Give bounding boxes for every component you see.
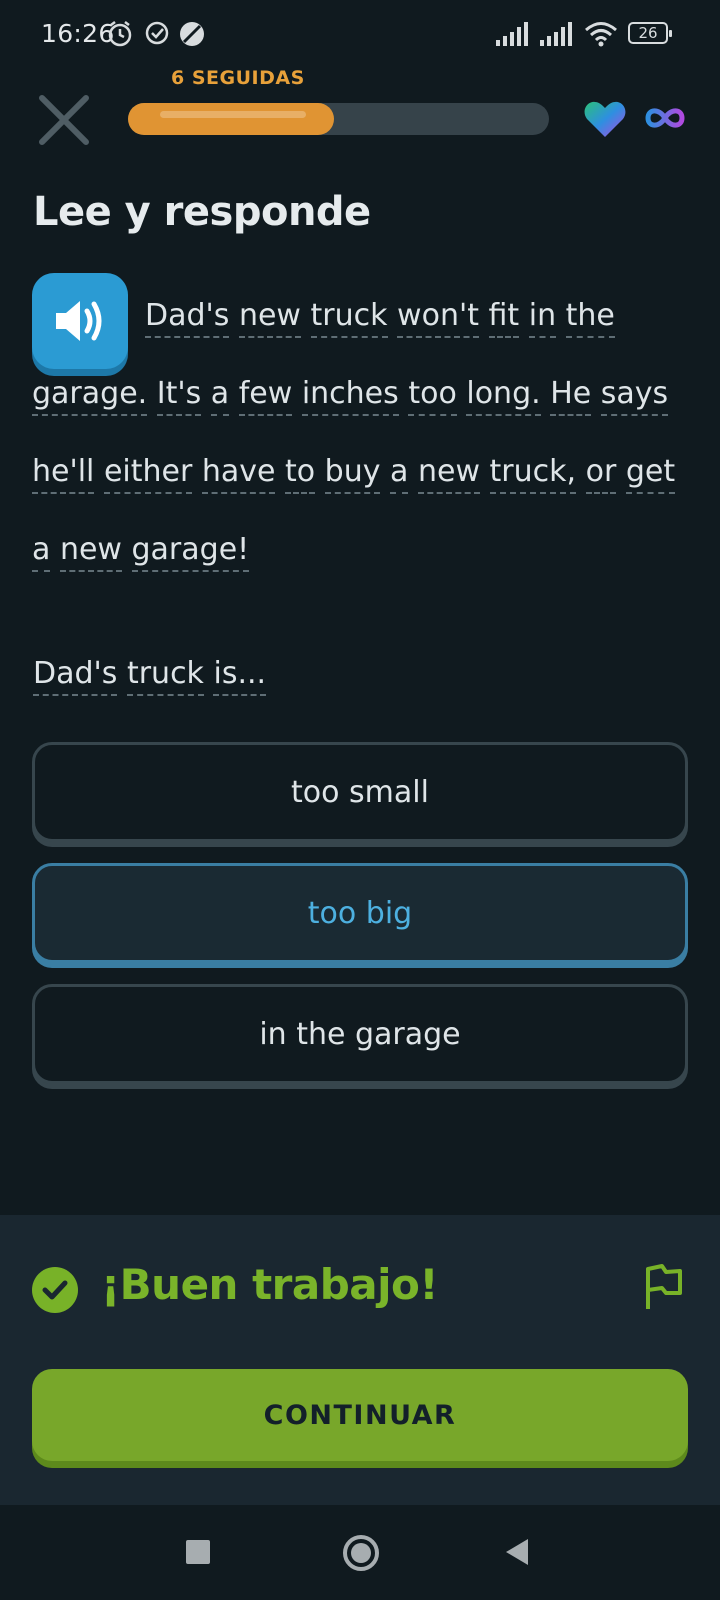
passage-word[interactable]: garage. <box>32 376 148 416</box>
passage-word[interactable]: fit <box>488 298 520 338</box>
check-icon <box>32 1267 78 1313</box>
option-label: too small <box>291 774 429 810</box>
navigation-bar <box>0 1505 720 1600</box>
passage-word[interactable]: truck, <box>489 454 577 494</box>
home-icon[interactable] <box>343 1535 379 1571</box>
progress-shine <box>160 111 306 118</box>
option-label: too big <box>307 895 413 931</box>
passage-word[interactable]: a <box>32 532 51 572</box>
passage-word[interactable]: He <box>550 376 592 416</box>
continue-button[interactable]: CONTINUAR <box>32 1369 688 1461</box>
passage-word[interactable]: too <box>408 376 457 416</box>
option-label: in the garage <box>259 1016 461 1052</box>
signal-icon <box>540 22 572 46</box>
play-audio-button[interactable] <box>32 273 128 369</box>
signal-icon <box>496 22 528 46</box>
answer-option-in-the-garage[interactable]: in the garage <box>32 984 688 1084</box>
status-bar: 16:26 26 <box>0 0 720 66</box>
passage-word[interactable]: says <box>600 376 669 416</box>
recent-apps-icon[interactable] <box>186 1540 210 1564</box>
feedback-title: ¡Buen trabajo! <box>101 1260 439 1309</box>
passage-word[interactable]: long. <box>466 376 541 416</box>
check-circle-icon <box>145 21 169 45</box>
status-time: 16:26 <box>41 19 115 48</box>
back-icon[interactable] <box>506 1539 528 1565</box>
passage-word[interactable]: Dad's <box>145 298 230 338</box>
passage-word[interactable]: new <box>59 532 122 572</box>
passage-word[interactable]: in <box>528 298 557 338</box>
answer-option-too-small[interactable]: too small <box>32 742 688 842</box>
no-data-icon <box>180 22 204 46</box>
alarm-icon <box>108 21 132 47</box>
passage-word[interactable]: either <box>103 454 193 494</box>
passage-word[interactable]: truck <box>310 298 388 338</box>
passage-word[interactable]: new <box>417 454 480 494</box>
passage-word[interactable]: a <box>210 376 230 416</box>
question-word[interactable]: is... <box>213 656 267 696</box>
passage-word[interactable]: few <box>238 376 293 416</box>
lesson-progress-bar <box>128 103 549 135</box>
passage-word[interactable]: he'll <box>32 454 95 494</box>
close-icon[interactable] <box>34 90 94 150</box>
passage-word[interactable]: get <box>625 454 676 494</box>
infinity-icon <box>645 108 685 128</box>
passage-word[interactable]: inches <box>301 376 399 416</box>
passage-line-4: a new garage! <box>32 532 250 572</box>
passage-word[interactable]: a <box>390 454 409 494</box>
passage-word[interactable]: It's <box>156 376 202 416</box>
page-title: Lee y responde <box>33 189 371 235</box>
streak-label: 6 SEGUIDAS <box>171 67 305 89</box>
passage-line-1: Dad's new truck won't fit in the <box>145 298 615 338</box>
passage-line-3: he'll either have to buy a new truck, or… <box>32 454 676 494</box>
feedback-panel: ¡Buen trabajo! CONTINUAR <box>0 1215 720 1505</box>
passage-word[interactable]: have <box>201 454 276 494</box>
lesson-screen: 16:26 26 6 SEGUIDAS Lee y responde Dad's… <box>0 0 720 1600</box>
question-word[interactable]: Dad's <box>33 656 118 696</box>
passage-word[interactable]: won't <box>397 298 479 338</box>
battery-indicator: 26 <box>628 22 672 44</box>
question-text: Dad's truck is... <box>33 656 267 696</box>
passage-word[interactable]: garage! <box>131 532 250 572</box>
passage-word[interactable]: new <box>238 298 301 338</box>
passage-word[interactable]: buy <box>324 454 381 494</box>
answer-option-too-big[interactable]: too big <box>32 863 688 963</box>
progress-fill <box>128 103 334 135</box>
heart-icon[interactable] <box>583 99 627 139</box>
wifi-icon <box>585 22 617 47</box>
passage-word[interactable]: or <box>585 454 617 494</box>
passage-word[interactable]: the <box>565 298 615 338</box>
speaker-icon <box>56 301 102 341</box>
flag-icon[interactable] <box>644 1263 684 1311</box>
passage-word[interactable]: to <box>285 454 316 494</box>
question-word[interactable]: truck <box>126 656 204 696</box>
passage-line-2: garage. It's a few inches too long. He s… <box>32 376 669 416</box>
